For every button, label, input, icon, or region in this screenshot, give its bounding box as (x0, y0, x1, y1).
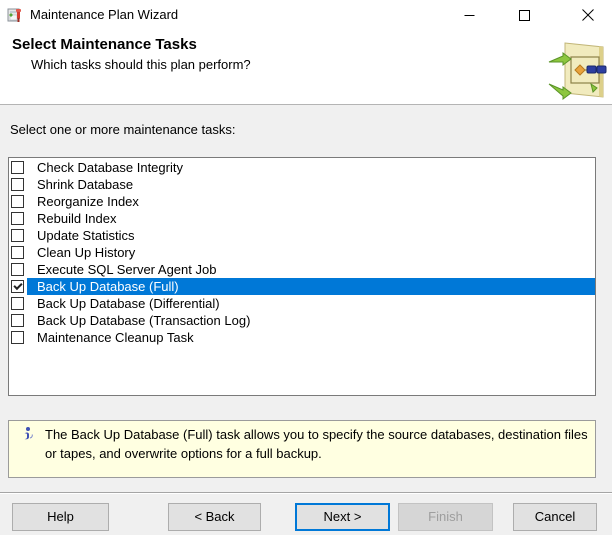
page-subtitle: Which tasks should this plan perform? (31, 57, 251, 72)
help-button[interactable]: Help (12, 503, 109, 531)
task-row[interactable]: Execute SQL Server Agent Job (9, 261, 595, 278)
task-label: Update Statistics (27, 227, 595, 244)
page-title: Select Maintenance Tasks (12, 36, 197, 53)
task-checkbox[interactable] (11, 178, 24, 191)
task-checkbox[interactable] (11, 263, 24, 276)
task-row[interactable]: Maintenance Cleanup Task (9, 329, 595, 346)
info-box: The Back Up Database (Full) task allows … (8, 420, 596, 478)
maximize-icon[interactable] (502, 0, 547, 30)
minimize-icon[interactable] (447, 0, 492, 30)
task-checkbox[interactable] (11, 297, 24, 310)
task-label: Rebuild Index (27, 210, 595, 227)
task-checkbox[interactable] (11, 314, 24, 327)
task-checkbox[interactable] (11, 195, 24, 208)
task-checkbox[interactable] (11, 280, 24, 293)
task-checkbox[interactable] (11, 331, 24, 344)
info-icon (20, 426, 35, 441)
task-label: Back Up Database (Full) (27, 278, 595, 295)
task-row[interactable]: Rebuild Index (9, 210, 595, 227)
task-row[interactable]: Shrink Database (9, 176, 595, 193)
wizard-header: Select Maintenance Tasks Which tasks sho… (0, 30, 612, 105)
back-button[interactable]: < Back (168, 503, 261, 531)
task-label: Back Up Database (Differential) (27, 295, 595, 312)
task-checkbox[interactable] (11, 161, 24, 174)
task-checkbox[interactable] (11, 229, 24, 242)
task-row[interactable]: Reorganize Index (9, 193, 595, 210)
tasks-label: Select one or more maintenance tasks: (10, 122, 235, 137)
task-row[interactable]: Check Database Integrity (9, 159, 595, 176)
info-text: The Back Up Database (Full) task allows … (45, 425, 593, 463)
task-row[interactable]: Back Up Database (Transaction Log) (9, 312, 595, 329)
task-label: Check Database Integrity (27, 159, 595, 176)
task-label: Maintenance Cleanup Task (27, 329, 595, 346)
finish-button: Finish (398, 503, 493, 531)
task-label: Back Up Database (Transaction Log) (27, 312, 595, 329)
task-checkbox[interactable] (11, 212, 24, 225)
app-icon (7, 7, 23, 23)
task-label: Clean Up History (27, 244, 595, 261)
window-title: Maintenance Plan Wizard (30, 0, 178, 30)
task-label: Shrink Database (27, 176, 595, 193)
bottom-separator (0, 492, 612, 494)
task-checkbox[interactable] (11, 246, 24, 259)
task-label: Reorganize Index (27, 193, 595, 210)
close-icon[interactable] (565, 0, 610, 30)
maintenance-plan-wizard-window: Maintenance Plan Wizard Select Maintenan… (0, 0, 612, 535)
task-row[interactable]: Update Statistics (9, 227, 595, 244)
task-row[interactable]: Back Up Database (Full) (9, 278, 595, 295)
maintenance-plan-icon (547, 40, 609, 100)
task-list[interactable]: Check Database IntegrityShrink DatabaseR… (8, 157, 596, 396)
next-button[interactable]: Next > (295, 503, 390, 531)
task-label: Execute SQL Server Agent Job (27, 261, 595, 278)
titlebar: Maintenance Plan Wizard (0, 0, 612, 30)
task-row[interactable]: Clean Up History (9, 244, 595, 261)
task-row[interactable]: Back Up Database (Differential) (9, 295, 595, 312)
cancel-button[interactable]: Cancel (513, 503, 597, 531)
